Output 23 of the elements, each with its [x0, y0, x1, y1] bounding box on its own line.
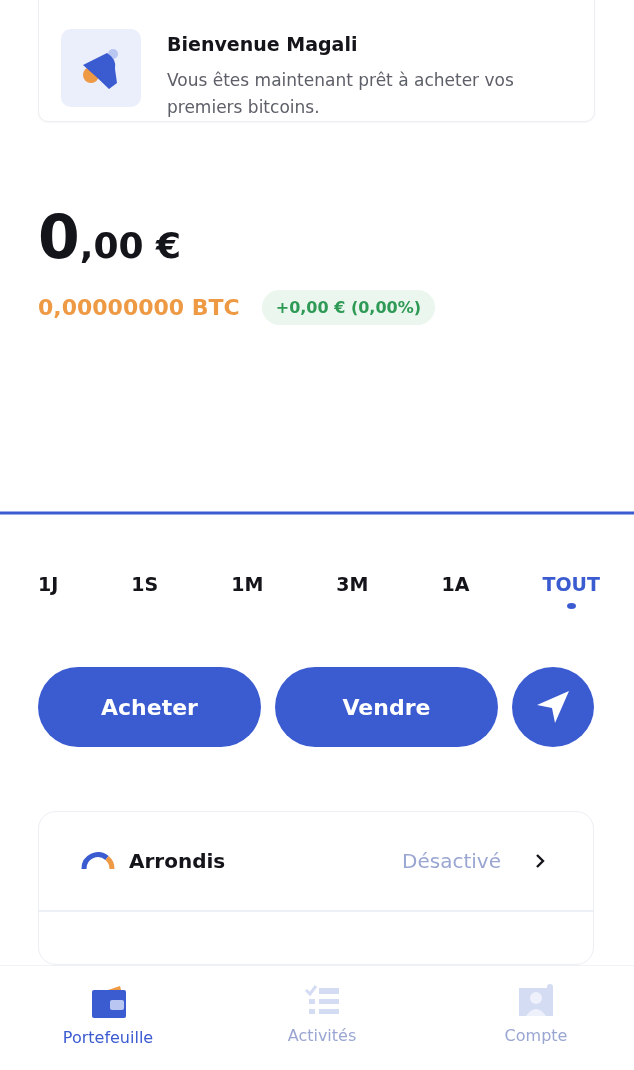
change-badge: +0,00 € (0,00%)	[261, 290, 435, 325]
period-tab[interactable]: 1S	[131, 573, 159, 609]
period-tab[interactable]: 1A	[441, 573, 470, 609]
period-tab[interactable]: 1M	[231, 573, 264, 609]
welcome-title: Bienvenue Magali	[167, 33, 359, 55]
buy-button[interactable]: Acheter	[38, 667, 261, 748]
account-icon	[519, 984, 553, 1016]
btc-amount: 0,00000000 BTC	[38, 295, 240, 320]
balance-integer: 0	[38, 202, 80, 272]
sell-button[interactable]: Vendre	[275, 667, 498, 748]
welcome-message: Vous êtes maintenant prêt à acheter vos premiers bitcoins.	[167, 69, 515, 119]
period-tab[interactable]: TOUT	[542, 573, 600, 609]
checklist-icon	[305, 984, 339, 1016]
balance-decimals: ,00 €	[79, 225, 182, 266]
wallet-icon	[90, 984, 126, 1018]
settings-label: Arrondis	[129, 849, 227, 874]
settings-status: Désactivé	[402, 849, 501, 874]
period-tab[interactable]: 3M	[336, 573, 369, 609]
settings-row[interactable]: Arrondis Désactivé	[39, 812, 593, 913]
period-tab[interactable]: 1J	[38, 573, 59, 609]
gauge-icon	[81, 852, 115, 871]
chevron-right-icon	[535, 853, 545, 870]
nav-tab[interactable]: Portefeuille	[58, 966, 158, 1070]
